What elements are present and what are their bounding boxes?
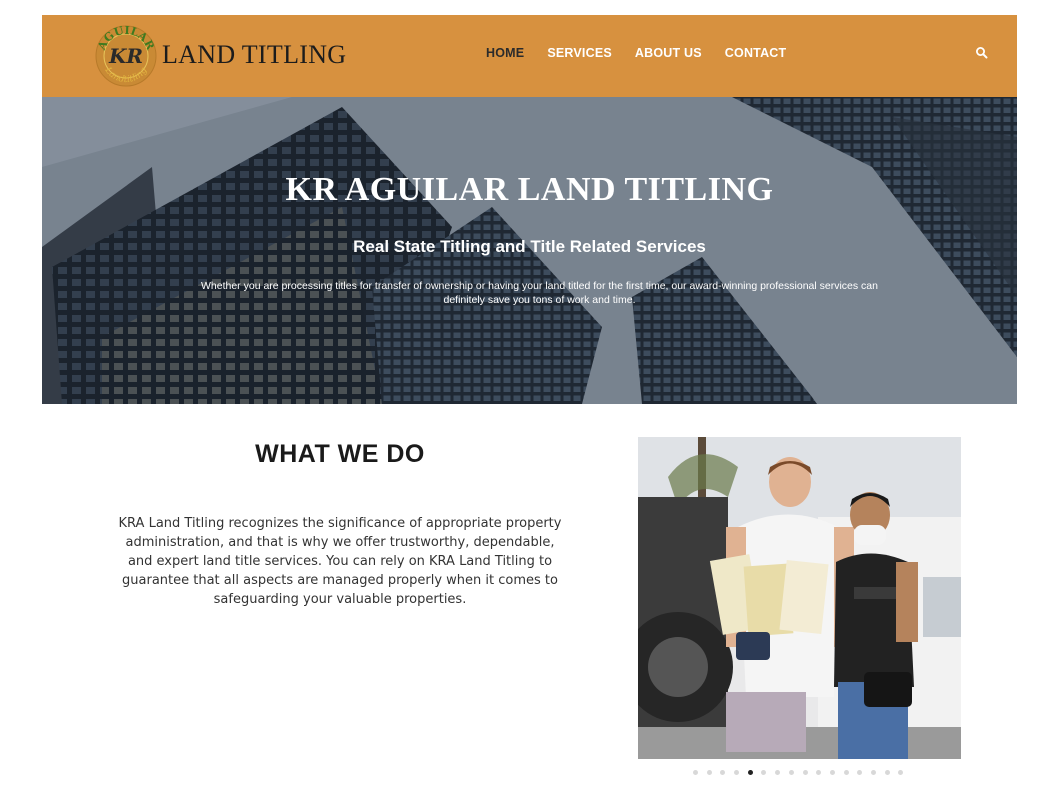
carousel-dot[interactable] — [857, 770, 863, 775]
carousel-dot[interactable] — [898, 770, 904, 775]
carousel-dot[interactable] — [884, 770, 890, 775]
carousel-dot[interactable] — [843, 770, 849, 775]
carousel-dot[interactable] — [802, 770, 808, 775]
carousel-dot[interactable] — [747, 770, 753, 775]
nav-contact[interactable]: CONTACT — [725, 46, 787, 60]
clients-photo — [638, 437, 961, 759]
what-we-do-heading: WHAT WE DO — [255, 440, 425, 468]
carousel-dot[interactable] — [788, 770, 794, 775]
search-icon[interactable] — [974, 45, 990, 61]
carousel-dot[interactable] — [870, 770, 876, 775]
main-nav: HOME SERVICES ABOUT US CONTACT — [486, 46, 809, 60]
carousel-dot[interactable] — [816, 770, 822, 775]
site-header: AGUILAR KR Landtitling LAND TITLING HOME… — [42, 15, 1017, 97]
hero-subtitle: Real State Titling and Title Related Ser… — [353, 237, 706, 256]
nav-services[interactable]: SERVICES — [547, 46, 612, 60]
carousel-dot[interactable] — [829, 770, 835, 775]
carousel-dot[interactable] — [775, 770, 781, 775]
logo-seal-icon[interactable]: AGUILAR KR Landtitling — [94, 24, 158, 88]
carousel-dots — [693, 770, 912, 775]
carousel-dot[interactable] — [706, 770, 712, 775]
hero-title: KR AGUILAR LAND TITLING — [285, 171, 774, 208]
nav-home[interactable]: HOME — [486, 46, 524, 60]
brand-name[interactable]: LAND TITLING — [162, 40, 346, 70]
what-we-do-text: KRA Land Titling recognizes the signific… — [118, 516, 562, 607]
hero-banner: KR AGUILAR LAND TITLING Real State Titli… — [42, 97, 1017, 404]
logo-monogram: KR — [108, 44, 143, 68]
carousel-dot[interactable] — [720, 770, 726, 775]
carousel-dot[interactable] — [761, 770, 767, 775]
carousel-dot[interactable] — [693, 770, 698, 775]
carousel-slide-image[interactable] — [638, 437, 961, 759]
nav-about-us[interactable]: ABOUT US — [635, 46, 702, 60]
carousel-dot[interactable] — [734, 770, 740, 775]
hero-description: Whether you are processing titles for tr… — [201, 280, 878, 306]
